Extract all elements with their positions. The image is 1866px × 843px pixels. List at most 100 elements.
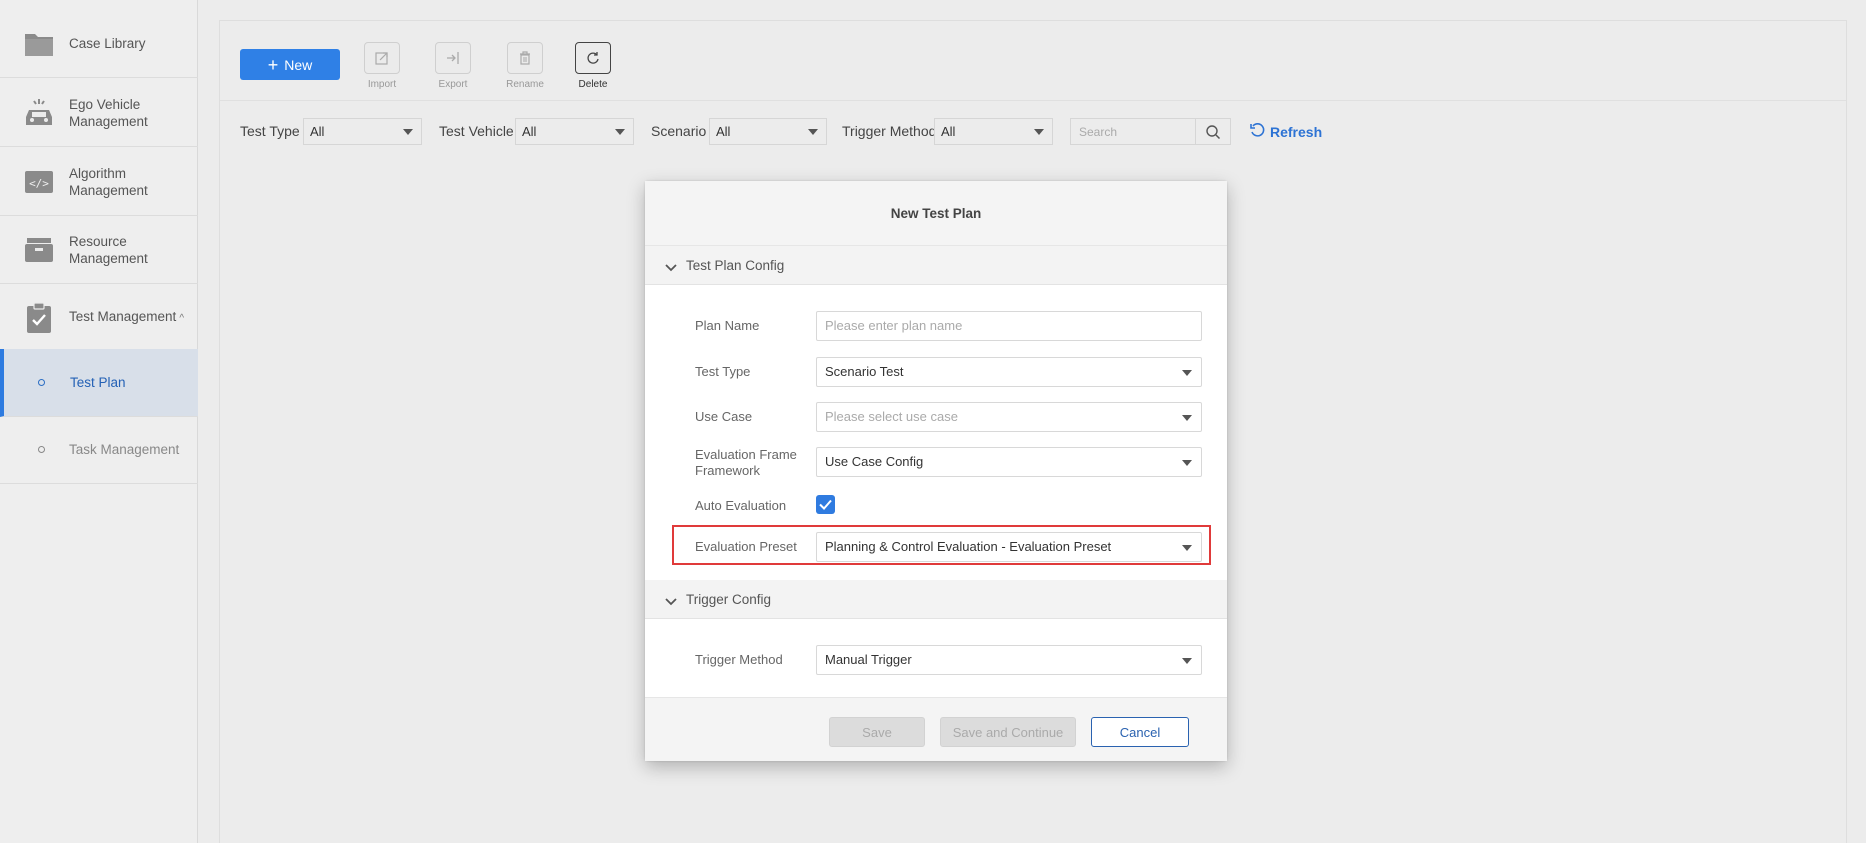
auto-eval-label: Auto Evaluation (695, 498, 787, 513)
caret-down-icon (1182, 658, 1192, 664)
export-label: Export (438, 79, 468, 90)
use-case-label: Use Case (695, 409, 753, 424)
rename-button[interactable]: Rename (505, 42, 545, 90)
use-case-placeholder: Please select use case (825, 409, 958, 424)
cancel-button[interactable]: Cancel (1091, 717, 1189, 747)
eval-framework-value: Use Case Config (825, 454, 924, 469)
sidebar-item-case-library[interactable]: Case Library (0, 10, 198, 78)
trash-icon (507, 42, 543, 74)
caret-down-icon (403, 129, 413, 135)
caret-down-icon (1182, 545, 1192, 551)
folder-icon (22, 29, 56, 59)
eval-preset-label: Evaluation Preset (695, 539, 797, 554)
filter-trigger-method-label: Trigger Method (842, 123, 937, 139)
caret-down-icon (1182, 370, 1192, 376)
filter-trigger-method-value: All (941, 124, 956, 139)
sidebar-item-ego-vehicle[interactable]: Ego Vehicle Management (0, 79, 198, 147)
dialog-title: New Test Plan (645, 181, 1227, 246)
trigger-method-value: Manual Trigger (825, 652, 912, 667)
delete-button[interactable]: Delete (573, 42, 613, 90)
trigger-method-label: Trigger Method (695, 652, 783, 667)
refresh-icon (1249, 122, 1265, 141)
auto-eval-checkbox[interactable] (816, 495, 835, 514)
import-label: Import (367, 79, 397, 90)
sidebar-item-resource[interactable]: Resource Management (0, 216, 198, 284)
import-icon (364, 42, 400, 74)
filter-test-type-label: Test Type (240, 123, 300, 139)
sidebar-item-label: Case Library (69, 36, 146, 51)
filter-test-vehicle-value: All (522, 124, 537, 139)
sidebar-item-test-management[interactable]: Test Management ^ (0, 284, 198, 352)
dialog-footer: Save Save and Continue Cancel (645, 697, 1227, 761)
search-placeholder: Search (1079, 125, 1118, 139)
sidebar-item-label: Test Management ^ (69, 309, 185, 324)
plan-name-input[interactable]: Please enter plan name (816, 311, 1202, 341)
caret-down-icon (1182, 415, 1192, 421)
car-icon (22, 98, 56, 128)
caret-down-icon (1034, 129, 1044, 135)
toolbar-divider (220, 100, 1846, 101)
trigger-method-select[interactable]: Manual Trigger (816, 645, 1202, 675)
import-button[interactable]: Import (362, 42, 402, 90)
rename-label: Rename (506, 79, 544, 90)
save-button[interactable]: Save (829, 717, 925, 747)
export-icon (435, 42, 471, 74)
code-icon: </> (22, 167, 56, 197)
eval-preset-value: Planning & Control Evaluation - Evaluati… (825, 539, 1112, 554)
sidebar: Case Library Ego Vehicle Management </> … (0, 0, 198, 843)
clipboard-check-icon (22, 301, 56, 333)
plus-icon: + (267, 54, 279, 75)
sidebar-item-test-plan[interactable]: Test Plan (0, 349, 198, 417)
eval-preset-select[interactable]: Planning & Control Evaluation - Evaluati… (816, 532, 1202, 562)
eval-framework-label-line2: Framework (695, 463, 761, 478)
filter-scenario-label: Scenario (651, 123, 707, 139)
filter-test-vehicle-label: Test Vehicle (439, 123, 514, 139)
sidebar-item-label: Ego Vehicle Management (69, 96, 148, 129)
new-test-plan-dialog: New Test Plan Test Plan Config Plan Name… (645, 181, 1227, 761)
delete-label: Delete (578, 79, 608, 90)
new-button-label: New (284, 56, 313, 73)
filter-trigger-method-select[interactable]: All (934, 118, 1053, 145)
chevron-down-icon (665, 260, 677, 276)
section-title: Trigger Config (686, 591, 772, 607)
sidebar-item-label: Resource Management (69, 233, 148, 266)
section-title: Test Plan Config (686, 257, 785, 273)
search-divider (1195, 119, 1196, 144)
refresh-button[interactable]: Refresh (1249, 122, 1322, 141)
sidebar-item-label: Algorithm Management (69, 165, 148, 198)
section-trigger-config[interactable]: Trigger Config (645, 580, 1227, 619)
eval-framework-select[interactable]: Use Case Config (816, 447, 1202, 477)
sidebar-item-label: Test Plan (70, 375, 126, 390)
section-test-plan-config[interactable]: Test Plan Config (645, 246, 1227, 285)
svg-text:</>: </> (29, 177, 49, 190)
refresh-label: Refresh (1270, 123, 1323, 140)
sidebar-item-algorithm[interactable]: </> Algorithm Management (0, 148, 198, 216)
filter-test-type-select[interactable]: All (303, 118, 422, 145)
search-icon[interactable] (1205, 124, 1221, 143)
archive-icon (22, 235, 56, 265)
test-type-value: Scenario Test (825, 364, 904, 379)
eval-framework-label-line1: Evaluation Frame (695, 447, 797, 462)
use-case-select[interactable]: Please select use case (816, 402, 1202, 432)
eval-framework-label: Evaluation Frame Framework (695, 447, 797, 479)
save-and-continue-button[interactable]: Save and Continue (940, 717, 1076, 747)
sidebar-item-label: Task Management (69, 442, 180, 457)
bullet-icon (38, 446, 45, 453)
new-button[interactable]: + New (240, 49, 340, 80)
checkmark-icon (819, 499, 832, 510)
caret-down-icon (615, 129, 625, 135)
caret-down-icon (1182, 460, 1192, 466)
chevron-down-icon (665, 594, 677, 610)
filter-scenario-select[interactable]: All (709, 118, 827, 145)
bullet-icon (38, 379, 45, 386)
test-type-select[interactable]: Scenario Test (816, 357, 1202, 387)
sidebar-item-task-management[interactable]: Task Management (0, 416, 198, 484)
export-button[interactable]: Export (433, 42, 473, 90)
filter-scenario-value: All (716, 124, 731, 139)
filter-test-vehicle-select[interactable]: All (515, 118, 634, 145)
test-type-label: Test Type (695, 364, 751, 379)
search-input[interactable]: Search (1070, 118, 1231, 145)
filter-test-type-value: All (310, 124, 325, 139)
sync-icon (575, 42, 611, 74)
plan-name-label: Plan Name (695, 318, 760, 333)
